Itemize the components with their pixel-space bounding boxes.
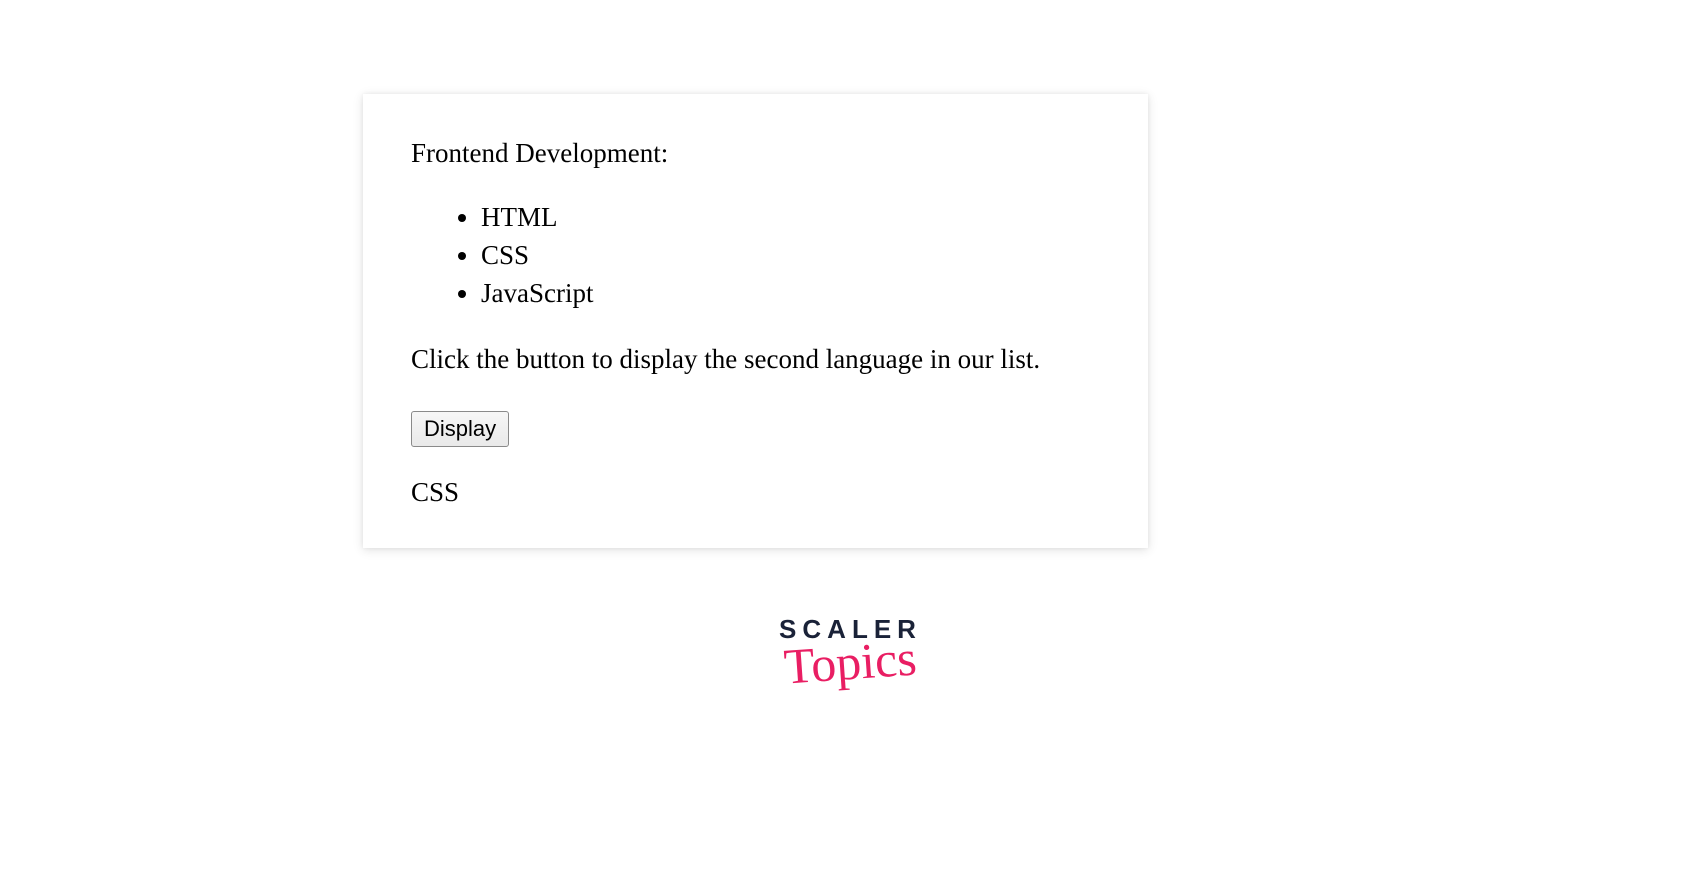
output-text: CSS xyxy=(411,477,1100,508)
scaler-topics-logo: SCALER Topics xyxy=(751,616,951,685)
list-item: HTML xyxy=(481,199,1100,237)
instruction-text: Click the button to display the second l… xyxy=(411,344,1100,375)
language-list: HTML CSS JavaScript xyxy=(411,199,1100,312)
display-button[interactable]: Display xyxy=(411,411,509,447)
demo-card: Frontend Development: HTML CSS JavaScrip… xyxy=(363,94,1148,548)
card-heading: Frontend Development: xyxy=(411,138,1100,169)
brand-line-2: Topics xyxy=(783,635,918,689)
list-item: JavaScript xyxy=(481,275,1100,313)
list-item: CSS xyxy=(481,237,1100,275)
